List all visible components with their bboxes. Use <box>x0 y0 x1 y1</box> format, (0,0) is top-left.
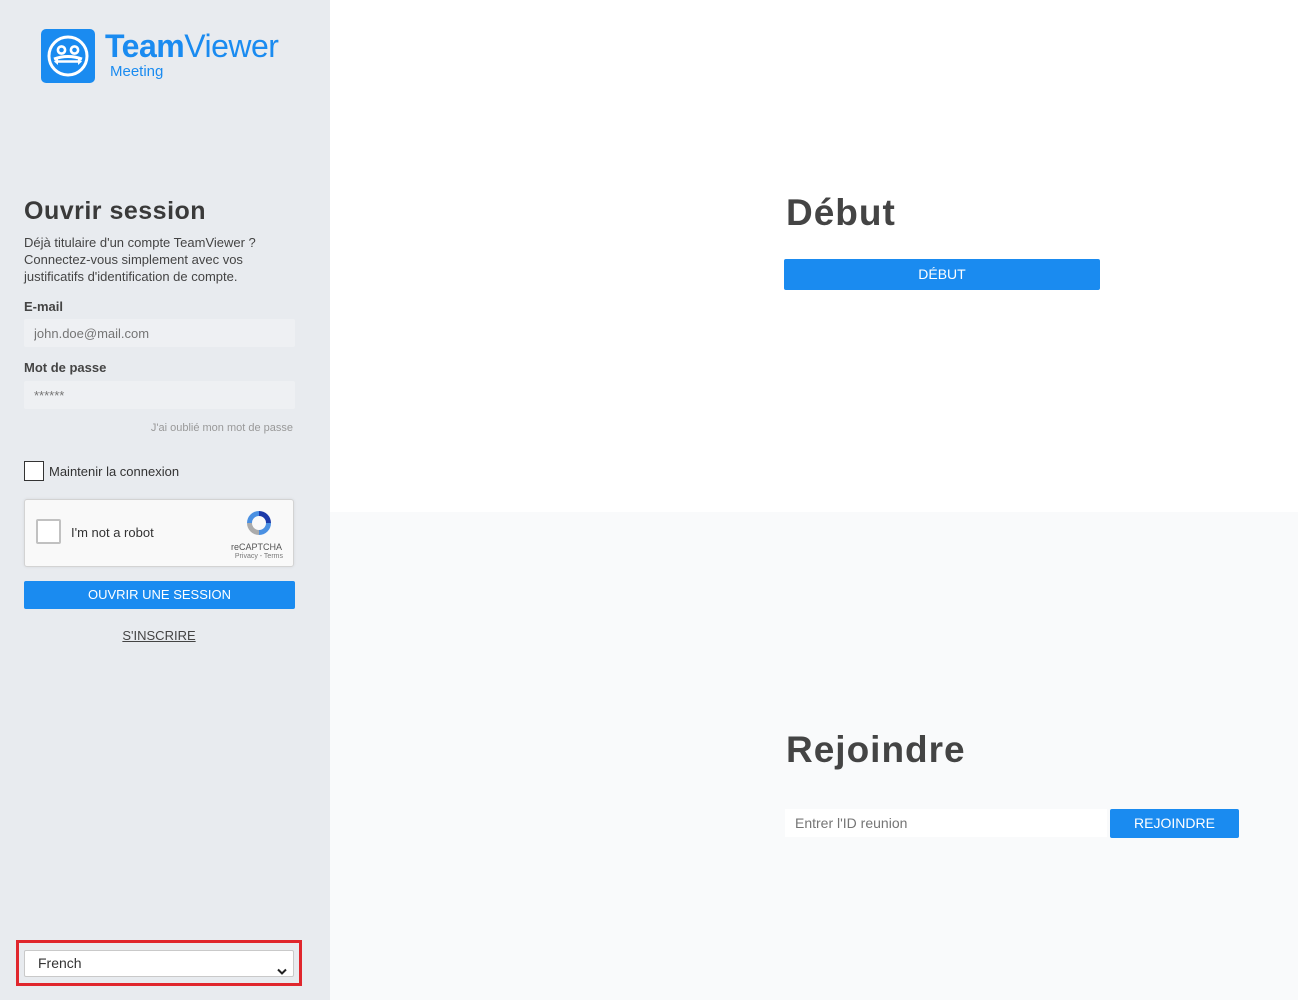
signup-link[interactable]: S'INSCRIRE <box>0 628 318 643</box>
language-select-value: French <box>38 955 82 971</box>
start-button[interactable]: DÉBUT <box>784 259 1100 290</box>
language-select[interactable]: French <box>24 950 294 977</box>
logo-subtitle: Meeting <box>110 63 164 80</box>
join-button[interactable]: REJOINDRE <box>1110 809 1239 838</box>
recaptcha-widget: I'm not a robot reCAPTCHA Privacy - Term… <box>24 499 294 567</box>
login-button[interactable]: OUVRIR UNE SESSION <box>24 581 295 609</box>
forgot-password-link[interactable]: J'ai oublié mon mot de passe <box>151 422 293 434</box>
keep-signed-in-label: Maintenir la connexion <box>49 463 180 479</box>
email-field[interactable] <box>24 319 295 347</box>
password-field[interactable] <box>24 381 295 409</box>
login-title: Ouvrir session <box>24 197 207 225</box>
email-label: E-mail <box>24 299 64 314</box>
recaptcha-brand: reCAPTCHA <box>230 542 282 552</box>
teamviewer-logo: TeamViewer Meeting <box>41 28 279 83</box>
teamviewer-logo-icon <box>41 29 95 83</box>
keep-signed-in-row[interactable]: Maintenir la connexion <box>24 461 179 481</box>
recaptcha-label: I'm not a robot <box>71 525 154 540</box>
recaptcha-terms-link[interactable]: Privacy - Terms <box>235 553 283 560</box>
start-title: Début <box>786 192 896 233</box>
sidebar: TeamViewer Meeting Ouvrir session Déjà t… <box>0 0 330 1000</box>
recaptcha-checkbox[interactable] <box>36 519 61 544</box>
meeting-id-input[interactable] <box>785 809 1107 837</box>
join-title: Rejoindre <box>786 729 966 770</box>
keep-signed-in-checkbox[interactable] <box>24 461 44 481</box>
password-label: Mot de passe <box>24 360 107 375</box>
logo-brand-text: TeamViewer <box>105 28 279 64</box>
chevron-down-icon <box>277 959 287 984</box>
login-description: Déjà titulaire d'un compte TeamViewer ? … <box>24 235 256 284</box>
start-section <box>330 0 1298 512</box>
recaptcha-logo-icon <box>245 509 273 542</box>
